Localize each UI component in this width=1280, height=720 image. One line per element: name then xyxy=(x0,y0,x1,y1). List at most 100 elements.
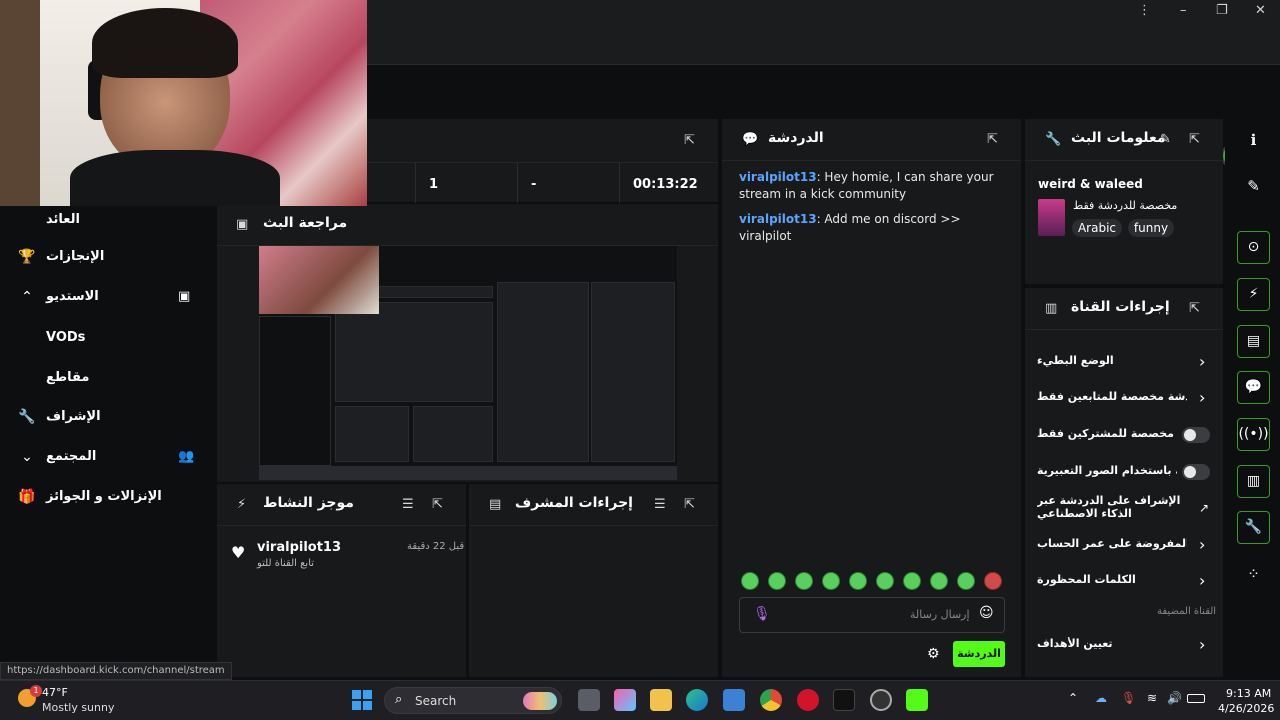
popout-icon[interactable]: ⇱ xyxy=(684,497,695,512)
bolt-icon[interactable]: ⚡ xyxy=(1237,278,1270,311)
sidebar-item-label: العائد xyxy=(46,212,80,227)
start-tile xyxy=(352,701,361,710)
preview-element xyxy=(497,282,589,462)
chrome-icon[interactable] xyxy=(760,689,782,711)
clock-time[interactable]: 9:13 AM xyxy=(1226,687,1271,700)
stream-title: weird & waleed xyxy=(1038,177,1143,191)
maximize-button[interactable]: ❐ xyxy=(1216,3,1228,19)
chevron-up-icon[interactable]: ⌃ xyxy=(1068,691,1078,705)
taskbar-search[interactable]: ⌕ Search xyxy=(384,687,562,714)
chevron-down-icon: ⌄ xyxy=(21,449,33,465)
mic-icon[interactable]: 🎙 xyxy=(753,606,771,622)
filter-icon[interactable]: ☰ xyxy=(654,497,666,512)
followers-only-row[interactable]: دردشة مخصصة للمتابعين فقط › xyxy=(1037,385,1213,411)
host-section-label: القناة المضيفة xyxy=(1157,606,1217,617)
panel-title: الدردشة xyxy=(768,130,824,146)
ai-moderation-row[interactable]: الإشراف على الدردشة عبر الذكاء الاصطناعي… xyxy=(1037,494,1213,524)
edge-icon[interactable] xyxy=(686,689,708,711)
close-button[interactable]: ✕ xyxy=(1255,3,1266,19)
action-label: الكلمات المحظورة xyxy=(1037,573,1136,586)
emote-icon[interactable] xyxy=(903,572,921,590)
sidebar-item-achievements[interactable]: 🏆 الإنجازات xyxy=(0,243,215,273)
chat-username[interactable]: viralpilot13 xyxy=(739,212,817,226)
tiktok-icon[interactable] xyxy=(833,689,855,711)
sidebar: العائد 🏆 الإنجازات ⌃ الاستديو ▣ VODs مقا… xyxy=(0,206,215,676)
battery-icon[interactable] xyxy=(1187,694,1205,703)
set-goals-row[interactable]: تعيين الأهداف › xyxy=(1037,632,1213,658)
preview-element xyxy=(591,282,675,462)
stream-category: مخصصة للدردشة فقط xyxy=(1073,199,1178,212)
send-chat-button[interactable]: الدردشة xyxy=(953,641,1005,667)
panel-title: مراجعة البث xyxy=(263,215,348,231)
emoji-icon[interactable]: ☺ xyxy=(979,605,994,621)
copilot-icon[interactable] xyxy=(614,689,636,711)
file-explorer-icon[interactable] xyxy=(650,689,672,711)
sidebar-item-revenue[interactable]: العائد xyxy=(0,206,215,236)
channel-icon[interactable]: ▥ xyxy=(1237,465,1270,498)
broadcast-icon[interactable]: ((•)) xyxy=(1237,418,1270,451)
gift-icon: 🎁 xyxy=(18,489,36,505)
sidebar-item-drops[interactable]: 🎁 الإنزالات و الجوائز xyxy=(0,483,215,513)
info-icon[interactable]: ℹ xyxy=(1237,124,1270,157)
emote-only-toggle[interactable] xyxy=(1182,464,1210,480)
wrench-icon[interactable]: 🔧 xyxy=(1237,511,1270,544)
emote-icon[interactable] xyxy=(741,572,759,590)
store-icon[interactable] xyxy=(723,689,745,711)
emote-icon[interactable] xyxy=(957,572,975,590)
opera-icon[interactable] xyxy=(797,689,819,711)
panel-title: معلومات البث xyxy=(1071,130,1166,146)
chat-username[interactable]: viralpilot13 xyxy=(739,170,817,184)
filter-icon[interactable]: ☰ xyxy=(402,497,414,512)
more-dots-icon[interactable]: ⁘ xyxy=(1237,558,1270,591)
sidebar-item-clips[interactable]: مقاطع xyxy=(0,364,215,394)
speaker-icon[interactable]: 🔊 xyxy=(1167,691,1182,705)
minimize-button[interactable]: – xyxy=(1180,3,1187,19)
account-age-row[interactable]: القيود المفروضة على عمر الحساب › xyxy=(1037,532,1213,558)
action-label: القيود المفروضة على عمر الحساب xyxy=(1037,537,1187,550)
search-icon: ⌕ xyxy=(395,692,403,707)
cloud-icon[interactable]: ☁ xyxy=(1095,691,1107,705)
sidebar-item-community[interactable]: ⌄ المجتمع 👥 xyxy=(0,443,215,473)
os-taskbar: 1 47°F Mostly sunny ⌕ Search ⌃ ☁ 🎙 ≋ 🔊 9… xyxy=(0,680,1280,720)
emote-icon[interactable] xyxy=(795,572,813,590)
emote-icon[interactable] xyxy=(984,572,1002,590)
emote-icon[interactable] xyxy=(876,572,894,590)
clock-date[interactable]: 4/26/2026 xyxy=(1218,702,1274,715)
category-thumbnail[interactable] xyxy=(1038,199,1065,236)
settings-icon[interactable]: ⚙ xyxy=(927,646,940,662)
chevron-right-icon: › xyxy=(1199,571,1206,590)
emote-icon[interactable] xyxy=(849,572,867,590)
subscribers-only-toggle[interactable] xyxy=(1182,427,1210,443)
stream-preview[interactable] xyxy=(259,246,677,480)
banned-words-row[interactable]: الكلمات المحظورة › xyxy=(1037,568,1213,594)
obs-icon[interactable] xyxy=(870,689,892,711)
chat-icon[interactable]: 💬 xyxy=(1237,371,1270,404)
emote-icon[interactable] xyxy=(768,572,786,590)
emote-icon[interactable] xyxy=(822,572,840,590)
emote-only-row: الدردشة باستخدام الصور التعبيرية... xyxy=(1037,459,1213,485)
pencil-icon[interactable]: ✎ xyxy=(1237,170,1270,203)
sidebar-item-moderation[interactable]: 🔧 الإشراف xyxy=(0,403,215,433)
pencil-icon[interactable]: ✎ xyxy=(1160,132,1171,147)
popout-icon[interactable]: ⇱ xyxy=(1189,132,1200,147)
task-view-icon[interactable] xyxy=(578,689,600,711)
popout-icon[interactable]: ⇱ xyxy=(987,132,998,147)
tag-chip: Arabic xyxy=(1072,219,1122,237)
slow-mode-row[interactable]: الوضع البطيء › xyxy=(1037,349,1213,375)
menu-icon[interactable]: ⋮ xyxy=(1138,3,1151,19)
search-label: Search xyxy=(415,694,457,708)
wifi-icon[interactable]: ≋ xyxy=(1147,691,1157,705)
action-label: دردشة مخصصة للمتابعين فقط xyxy=(1037,390,1187,403)
camera-icon[interactable]: ⊙ xyxy=(1237,231,1270,264)
sidebar-item-vods[interactable]: VODs xyxy=(0,324,215,354)
windows-start-icon[interactable] xyxy=(352,690,372,710)
chat-input[interactable]: 🎙 إرسال رسالة ☺ xyxy=(739,597,1005,633)
popout-icon[interactable]: ⇱ xyxy=(432,497,443,512)
popout-icon[interactable]: ⇱ xyxy=(684,133,695,148)
sidebar-item-studio[interactable]: ⌃ الاستديو ▣ xyxy=(0,283,215,313)
mic-icon[interactable]: 🎙 xyxy=(1121,691,1136,705)
document-icon[interactable]: ▤ xyxy=(1237,325,1270,358)
emote-icon[interactable] xyxy=(930,572,948,590)
popout-icon[interactable]: ⇱ xyxy=(1189,301,1200,316)
kick-icon[interactable] xyxy=(906,689,928,711)
